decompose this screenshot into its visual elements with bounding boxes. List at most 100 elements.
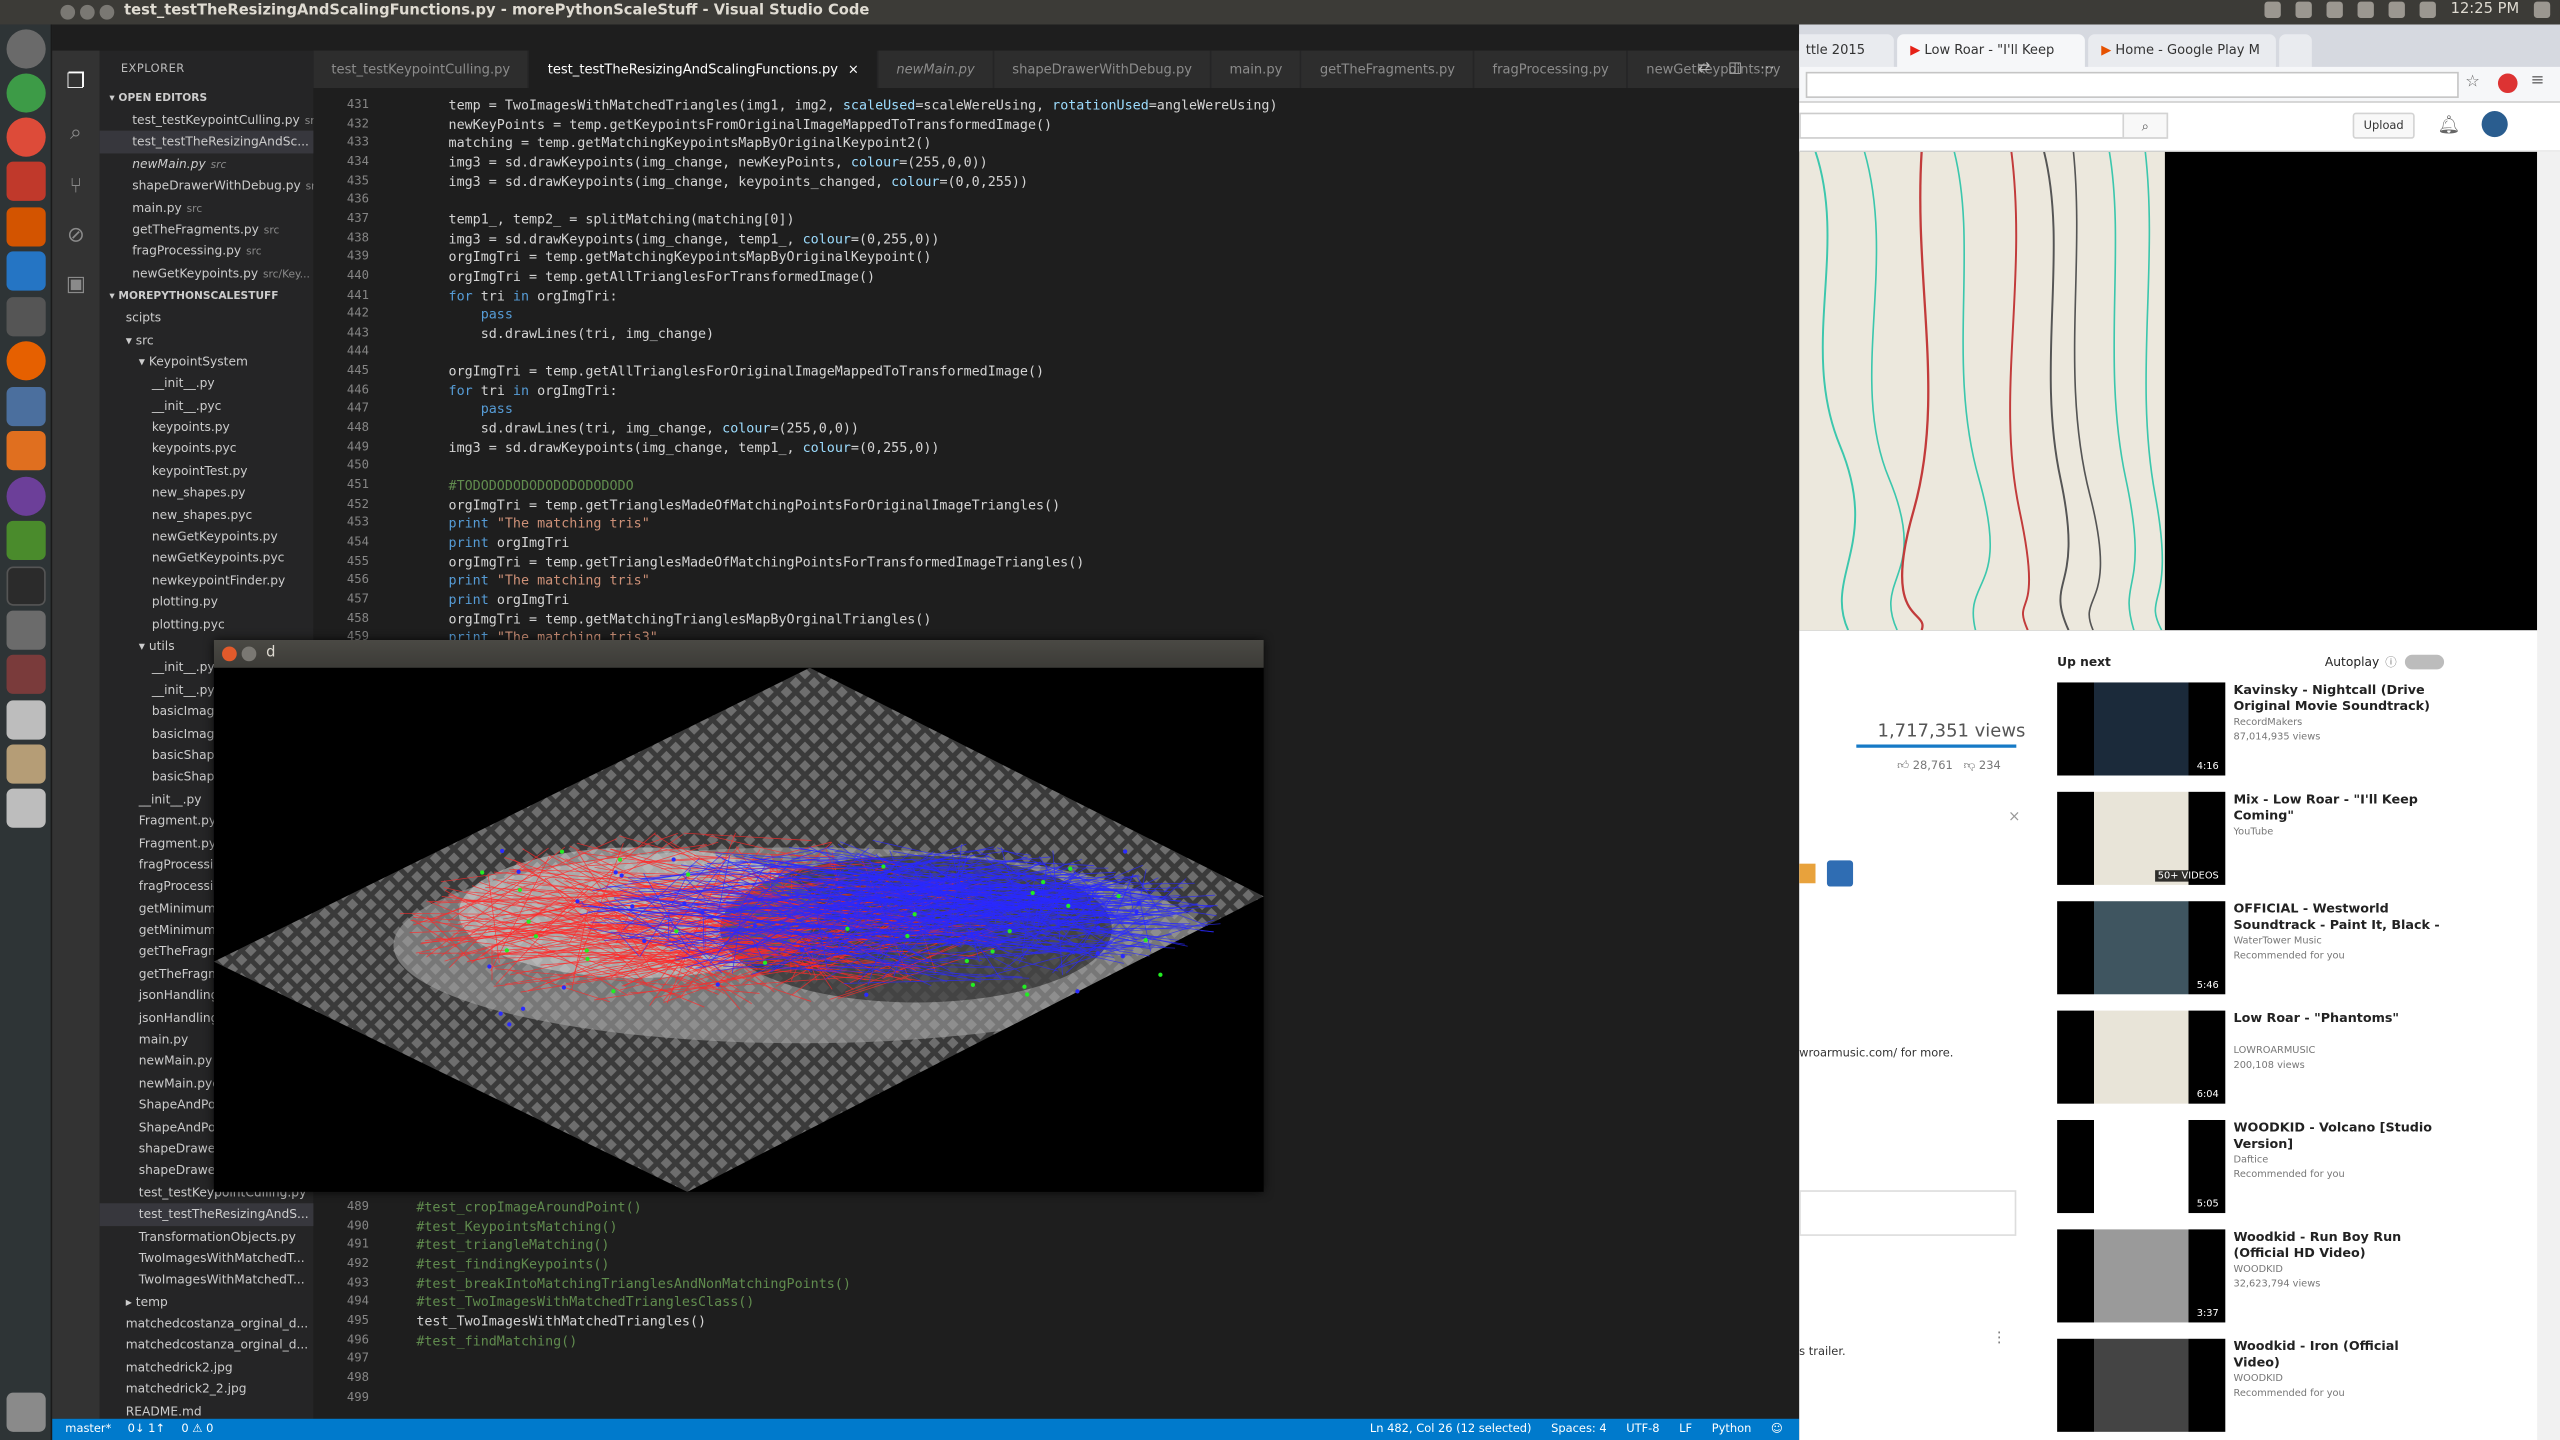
code-line[interactable]: orgImgTri = temp.getTrianglesMadeOfMatch… <box>416 553 1084 569</box>
mail-icon[interactable] <box>2419 1 2436 18</box>
opencv-titlebar[interactable]: d <box>213 639 1264 668</box>
code-line[interactable]: #test_findMatching() <box>416 1332 577 1348</box>
video-channel[interactable]: WOODKID <box>2233 1264 2283 1275</box>
tree-item[interactable]: scipts <box>100 307 314 329</box>
app-dark-red-icon[interactable] <box>6 654 46 694</box>
code-line[interactable]: sd.drawLines(tri, img_change) <box>416 325 714 341</box>
video-thumbnail[interactable]: 4:16 <box>2057 682 2226 776</box>
code-line[interactable]: #test_breakIntoMatchingTrianglesAndNonMa… <box>416 1274 851 1290</box>
tree-item[interactable]: ▾ KeypointSystem <box>100 351 314 373</box>
code-line[interactable]: img3 = sd.drawKeypoints(img_change, keyp… <box>416 172 1028 188</box>
star-icon[interactable]: ☆ <box>2465 73 2480 91</box>
gear-icon[interactable] <box>2533 1 2551 18</box>
vscode-icon[interactable] <box>6 251 46 291</box>
tree-item[interactable]: plotting.pyc <box>100 613 314 635</box>
trash-icon[interactable] <box>6 1392 46 1432</box>
editor-tab[interactable]: test_testTheResizingAndScalingFunctions.… <box>529 50 879 89</box>
menu-icon[interactable]: ≡ <box>2531 72 2545 90</box>
code-line[interactable]: #test_findingKeypoints() <box>416 1255 609 1271</box>
code-line[interactable]: for tri in orgImgTri: <box>416 382 618 398</box>
clock[interactable]: 12:25 PM <box>2451 2 2520 18</box>
tree-item[interactable]: plotting.py <box>100 591 314 613</box>
chrome-green-icon[interactable] <box>6 73 46 113</box>
source-control-icon[interactable]: ⑂ <box>64 175 88 199</box>
minimize-window-button[interactable] <box>241 646 257 662</box>
editor-tab[interactable]: fragProcessing.py <box>1474 50 1629 89</box>
open-editor-item[interactable]: shapeDrawerWithDebug.py src <box>100 175 313 197</box>
tree-item[interactable]: ▾ src <box>100 329 314 351</box>
close-icon[interactable]: × <box>2008 810 2020 826</box>
thumbs-down-icon[interactable]: 👎︎ <box>1964 759 1976 772</box>
language-mode[interactable]: Python <box>1712 1419 1752 1440</box>
video-title[interactable]: WOODKID - Volcano [Studio Version] <box>2233 1120 2445 1151</box>
recommended-video[interactable]: 5:05 WOODKID - Volcano [Studio Version] Da… <box>2057 1119 2547 1215</box>
app-green-icon[interactable] <box>6 520 46 560</box>
help-icon[interactable] <box>6 610 46 650</box>
tree-item[interactable]: matchedcostanza_orginal_d... <box>100 1335 314 1357</box>
code-line[interactable]: orgImgTri = temp.getTrianglesMadeOfMatch… <box>416 496 1060 512</box>
problems-count[interactable]: 0 ⚠ 0 <box>181 1419 213 1440</box>
volume-icon[interactable] <box>2357 1 2374 18</box>
video-channel[interactable]: WOODKID <box>2233 1373 2283 1384</box>
open-editor-item[interactable]: getTheFragments.py src <box>100 219 314 241</box>
open-editor-item[interactable]: newMain.py src <box>100 153 314 175</box>
git-sync[interactable]: 0↓ 1↑ <box>128 1419 165 1440</box>
code-line[interactable]: for tri in orgImgTri: <box>416 287 618 303</box>
git-branch[interactable]: master* <box>65 1419 111 1440</box>
extension-icon[interactable] <box>2497 73 2518 94</box>
open-changes-icon[interactable]: ⇄ <box>1698 60 1710 76</box>
browser-tab[interactable]: ▶ Home - Google Play M <box>2088 34 2276 67</box>
code-line[interactable]: #test_triangleMatching() <box>416 1236 609 1252</box>
search-button[interactable]: ⌕ <box>2122 112 2169 139</box>
recommended-video[interactable]: 4:16 Kavinsky - Nightcall (Drive Original… <box>2057 682 2547 777</box>
code-line[interactable]: img3 = sd.drawKeypoints(img_change, temp… <box>416 229 939 245</box>
upload-button[interactable]: Upload <box>2352 112 2415 139</box>
code-line[interactable]: pass <box>416 401 513 417</box>
tree-item[interactable]: keypoints.py <box>100 416 314 438</box>
project-header[interactable]: ▾ MOREPYTHONSCALESTUFF <box>100 284 314 307</box>
address-bar[interactable] <box>1805 71 2459 98</box>
open-editors-header[interactable]: ▾ OPEN EDITORS <box>100 87 314 110</box>
video-channel[interactable]: LOWROARMUSIC <box>2233 1045 2315 1056</box>
code-line[interactable]: #test_TwoImagesWithMatchedTrianglesClass… <box>416 1293 754 1309</box>
code-line[interactable]: print "The matching tris" <box>416 515 650 531</box>
video-thumbnail[interactable]: 50+ VIDEOS <box>2057 791 2226 885</box>
code-line[interactable]: pass <box>416 306 513 322</box>
firefox-icon[interactable] <box>6 341 46 381</box>
network-icon[interactable] <box>2295 1 2312 18</box>
code-line[interactable]: print orgImgTri <box>416 534 570 550</box>
browser-tab[interactable]: ttle 2015 <box>1799 34 1894 67</box>
tree-item[interactable]: test_testTheResizingAndS... <box>99 1203 314 1226</box>
comment-input[interactable] <box>1799 1190 2017 1236</box>
search-input[interactable] <box>1799 112 2167 139</box>
opencv-window[interactable]: d <box>213 639 1264 1192</box>
chevron-icon[interactable]: ▾ <box>126 332 136 347</box>
tree-item[interactable]: matchedrick2.jpg <box>100 1357 314 1379</box>
open-editor-item[interactable]: test_testTheResizingAndSc... <box>99 131 314 154</box>
code-line[interactable]: #test_KeypointsMatching() <box>416 1217 617 1233</box>
steam-icon[interactable] <box>6 297 46 337</box>
video-title[interactable]: OFFICIAL - Westworld Soundtrack - Paint … <box>2233 901 2445 932</box>
dropbox-icon[interactable] <box>2264 1 2281 18</box>
code-line[interactable]: test_TwoImagesWithMatchedTriangles() <box>416 1312 706 1328</box>
code-line[interactable]: #TODODODODODODODODODODO <box>416 477 634 493</box>
share-icon[interactable] <box>1799 863 1816 884</box>
code-line[interactable]: img3 = sd.drawKeypoints(img_change, newK… <box>416 153 987 169</box>
chevron-icon[interactable]: ▾ <box>139 354 149 369</box>
video-title[interactable]: Low Roar - "Phantoms" <box>2233 1011 2445 1027</box>
video-thumbnail[interactable]: 5:05 <box>2057 1119 2226 1214</box>
code-line[interactable]: temp = TwoImagesWithMatchedTriangles(img… <box>416 96 1277 112</box>
open-editor-item[interactable]: newGetKeypoints.py src/Key... <box>100 262 314 284</box>
close-window-button[interactable] <box>222 646 237 662</box>
close-window-button[interactable] <box>60 4 76 20</box>
terminal-icon[interactable] <box>6 566 46 606</box>
code-line[interactable]: orgImgTri = temp.getAllTrianglesForOrigi… <box>416 363 1044 379</box>
files-icon[interactable] <box>6 207 46 247</box>
tree-item[interactable]: matchedcostanza_orginal_d... <box>100 1313 314 1335</box>
extensions-icon[interactable]: ▣ <box>64 273 88 297</box>
maximize-window-button[interactable] <box>99 4 115 20</box>
editor-tab[interactable]: shapeDrawerWithDebug.py <box>994 50 1212 89</box>
more-icon[interactable]: ⋮ <box>1992 1331 2007 1347</box>
video-thumbnail[interactable] <box>2057 1338 2226 1432</box>
open-editor-item[interactable]: test_testKeypointCulling.py src <box>100 109 313 131</box>
